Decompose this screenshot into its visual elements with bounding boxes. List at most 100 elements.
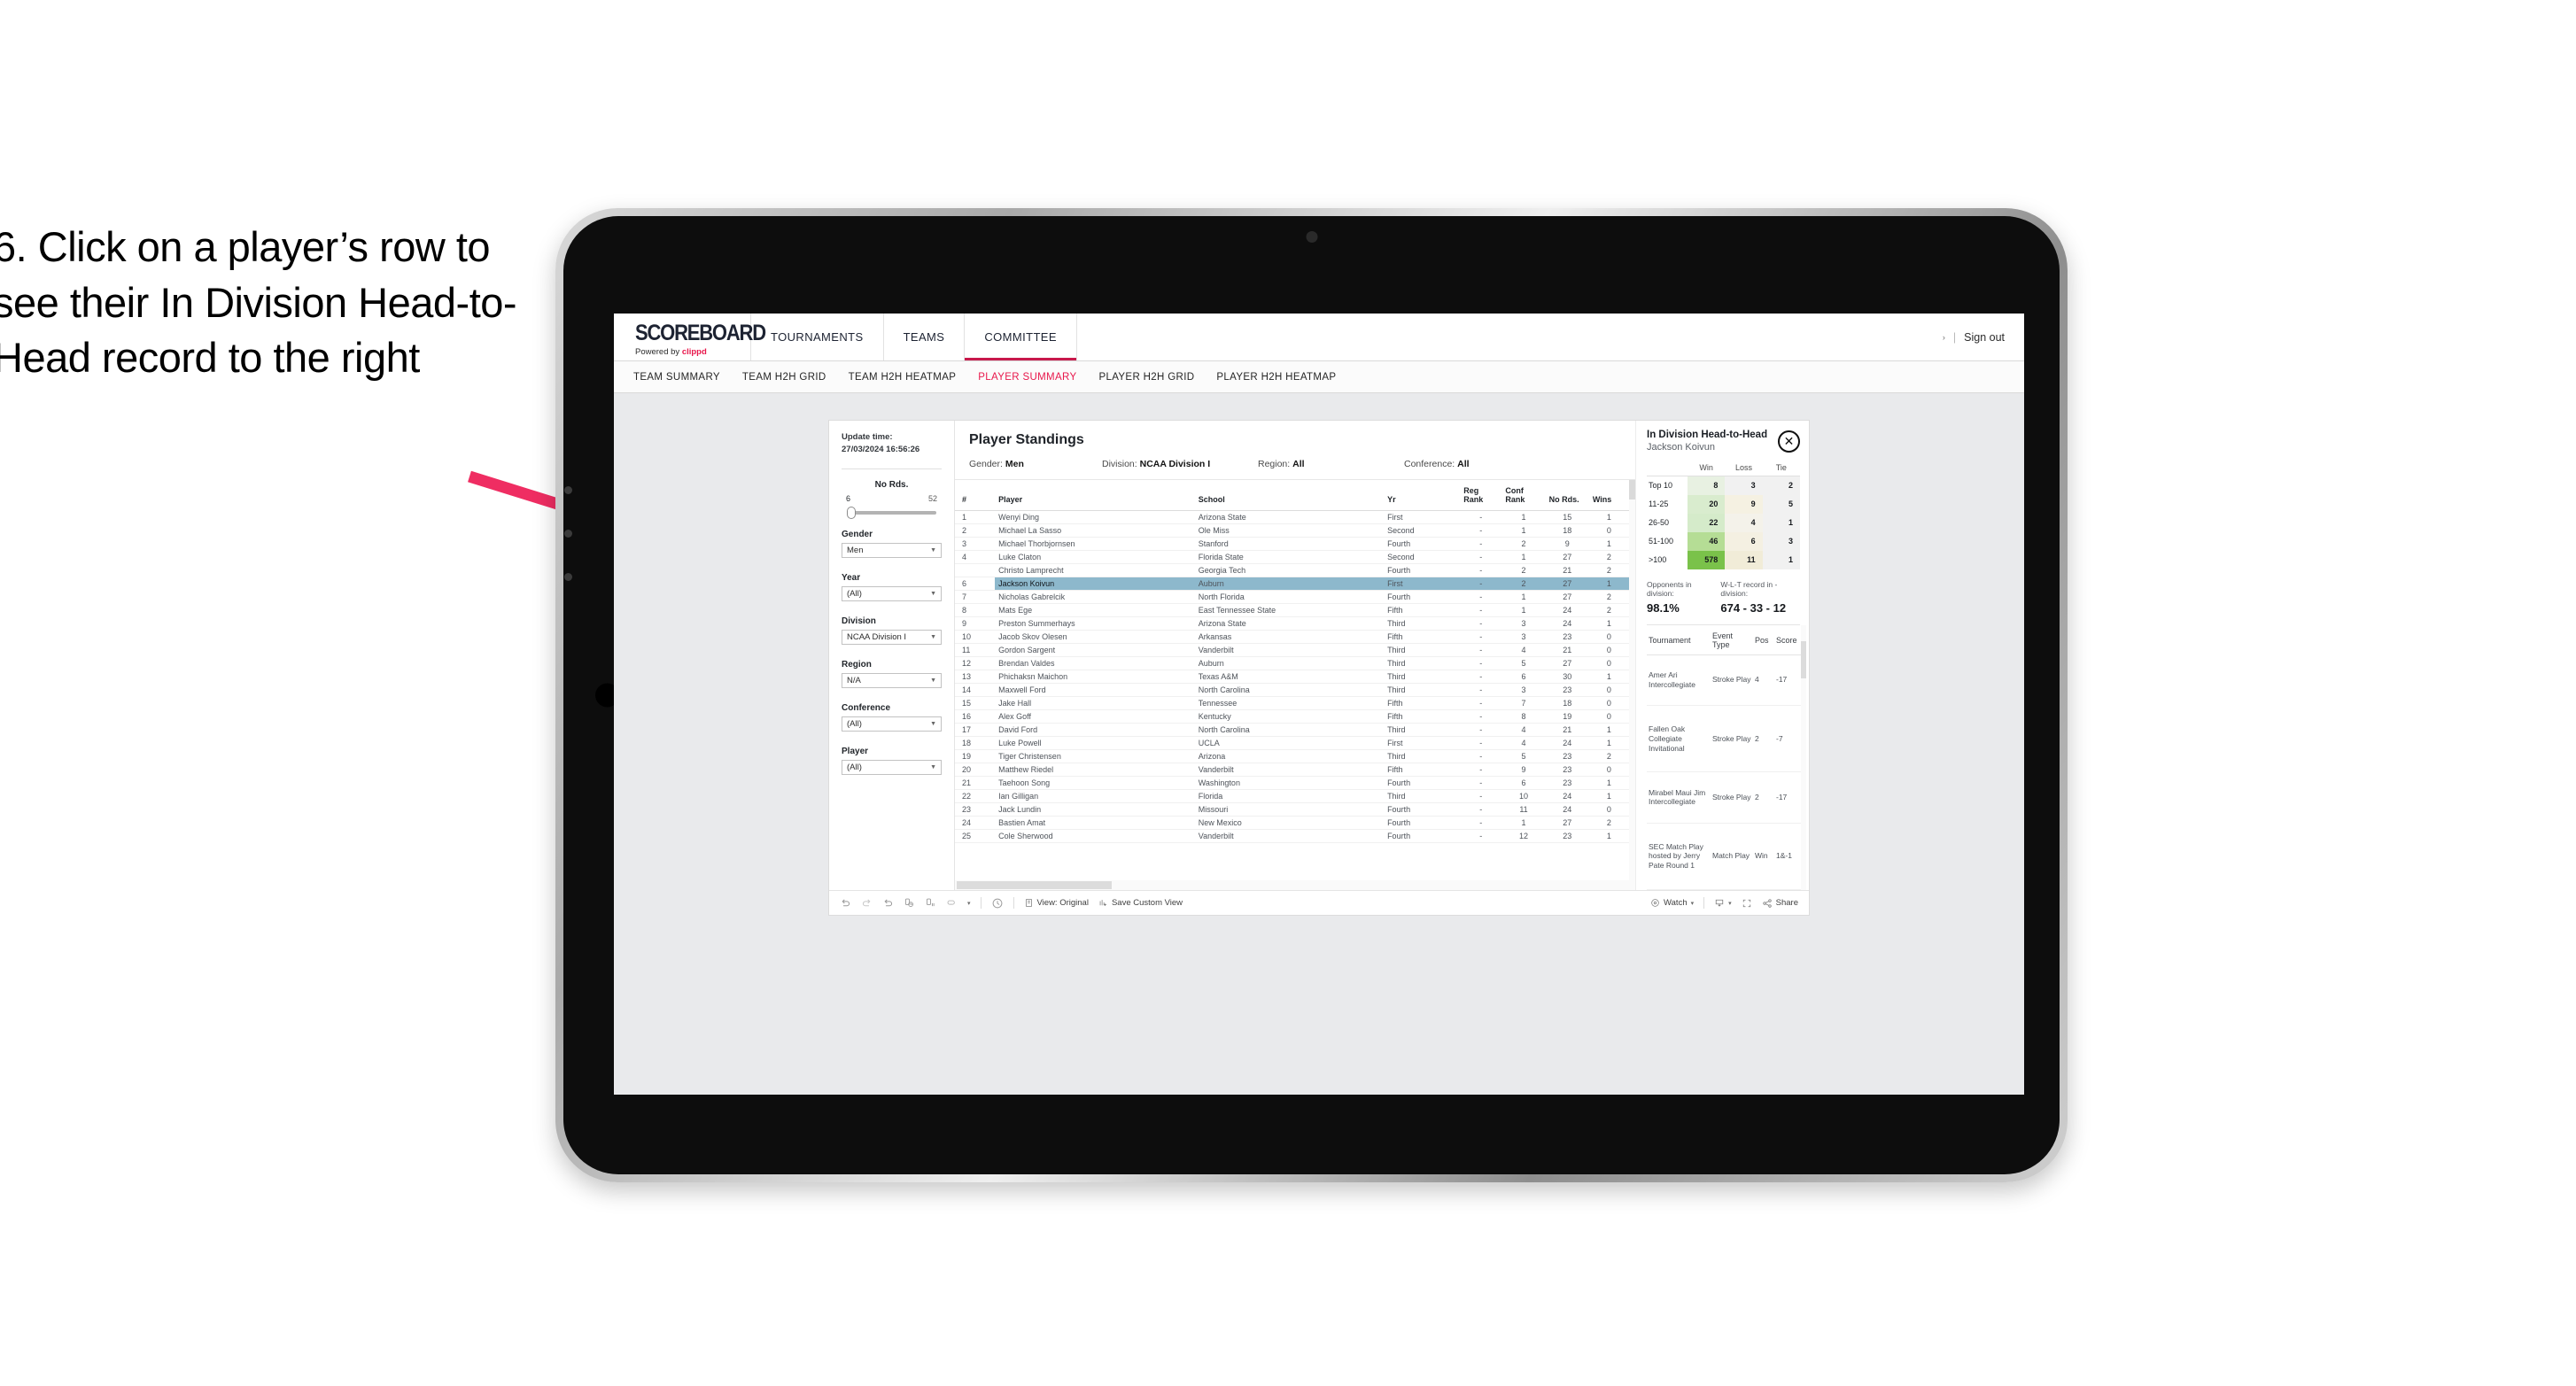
filter-region-value: N/A [847,675,861,685]
filter-gender-select[interactable]: Men ▼ [842,542,942,558]
table-row[interactable]: 16 Alex Goff Kentucky Fifth -8 19 0 [955,709,1629,724]
cell-player: Luke Powell [995,736,1195,750]
table-row[interactable]: 3 Michael Thorbjornsen Stanford Fourth -2 9 1 [955,537,1629,551]
app-logo[interactable]: SCOREBOARD Powered by clippd [614,314,766,360]
close-icon[interactable]: ✕ [1778,430,1800,453]
col-wins[interactable]: Wins [1588,480,1629,511]
table-row[interactable]: Christo Lamprecht Georgia Tech Fourth -2 21 2 [955,563,1629,577]
tournament-row[interactable]: Mirabel Maui Jim Intercollegiate Stroke P… [1647,771,1801,824]
tournament-row[interactable]: Fallen Oak Collegiate Invitational Stroke… [1647,705,1801,773]
table-row[interactable]: 14 Maxwell Ford North Carolina Third -3 23 0 [955,683,1629,697]
col-no-rounds[interactable]: No Rds. [1545,480,1589,511]
filter-division-value: NCAA Division I [847,631,907,642]
sign-out-link[interactable]: Sign out [1964,331,2005,344]
table-row[interactable]: 9 Preston Summerhays Arizona State Third -3 2… [955,616,1629,631]
table-row[interactable]: 13 Phichaksn Maichon Texas A&M Third -6 30 1 [955,670,1629,684]
col-rank[interactable]: # [955,480,996,511]
filter-division-select[interactable]: NCAA Division I ▼ [842,629,942,645]
share-button[interactable]: Share [1762,898,1798,909]
col-school[interactable]: School [1194,480,1385,511]
table-vertical-scrollbar[interactable] [1629,480,1635,890]
cell-num: 19 [955,749,996,763]
table-row[interactable]: 20 Matthew Riedel Vanderbilt Fifth -9 23 0 [955,763,1629,777]
h2h-cell-loss: 9 [1725,494,1763,514]
cell-conf: 1 [1501,550,1546,564]
h2h-cell-tie: 1 [1762,513,1800,532]
tab-team-summary[interactable]: TEAM SUMMARY [633,372,720,383]
cell-yr: Second [1384,523,1461,538]
cell-yr: Fifth [1384,696,1461,710]
cell-num: 7 [955,590,996,604]
table-row[interactable]: 4 Luke Claton Florida State Second -1 27 2 [955,550,1629,564]
table-row[interactable]: 12 Brendan Valdes Auburn Third -5 27 0 [955,656,1629,670]
cell-school: North Florida [1194,590,1385,604]
filter-player-select[interactable]: (All) ▼ [842,759,942,775]
table-horizontal-scrollbar[interactable] [955,880,1629,890]
table-row[interactable]: 1 Wenyi Ding Arizona State First -1 15 1 [955,510,1629,524]
no-rounds-slider[interactable] [847,506,936,519]
slider-handle[interactable] [847,506,856,519]
view-original-button[interactable]: View: Original [1024,898,1089,908]
chevron-down-icon[interactable]: ▾ [967,900,971,907]
table-row[interactable]: 24 Bastien Amat New Mexico Fourth -1 27 2 [955,816,1629,830]
h2h-cell-tie: 3 [1762,531,1800,551]
pause-data-icon[interactable] [925,897,936,909]
table-row[interactable]: 6 Jackson Koivun Auburn First -2 27 1 [955,577,1629,591]
cell-player: Alex Goff [995,709,1195,724]
clock-icon[interactable] [991,897,1004,910]
table-row[interactable]: 15 Jake Hall Tennessee Fifth -7 18 0 [955,696,1629,710]
col-reg-rank[interactable]: Reg Rank [1460,480,1502,511]
refresh-data-icon[interactable] [904,897,915,909]
highlight-icon[interactable] [946,897,958,909]
chevron-down-icon: ▼ [930,677,936,684]
tab-player-summary[interactable]: PLAYER SUMMARY [978,372,1076,383]
table-row[interactable]: 17 David Ford North Carolina Third -4 21 1 [955,723,1629,737]
filter-conference-value: (All) [847,718,862,729]
filter-year-select[interactable]: (All) ▼ [842,585,942,601]
cell-reg: - [1460,723,1502,737]
tab-player-h2h-grid[interactable]: PLAYER H2H GRID [1098,372,1194,383]
slider-max-value: 52 [927,493,937,503]
revert-icon[interactable] [882,897,894,909]
filter-region-select[interactable]: N/A ▼ [842,672,942,688]
table-row[interactable]: 7 Nicholas Gabrelcik North Florida Fourth -1… [955,590,1629,604]
table-row[interactable]: 11 Gordon Sargent Vanderbilt Third -4 21 0 [955,643,1629,657]
table-row[interactable]: 8 Mats Ege East Tennessee State Fifth -1 24 2 [955,603,1629,617]
tab-team-h2h-heatmap[interactable]: TEAM H2H HEATMAP [849,372,957,383]
col-conf-rank[interactable]: Conf Rank [1501,480,1546,511]
fullscreen-icon[interactable] [1742,898,1752,909]
tournament-vertical-scrollbar[interactable] [1801,624,1806,890]
table-row[interactable]: 19 Tiger Christensen Arizona Third -5 23 2 [955,749,1629,763]
col-player[interactable]: Player [995,480,1195,511]
h2h-cell-tie: 2 [1762,476,1800,495]
table-row[interactable]: 22 Ian Gilligan Florida Third -10 24 1 [955,789,1629,803]
tournament-row[interactable]: Amer Ari Intercollegiate Stroke Play 4 -17 [1647,654,1801,706]
table-row[interactable]: 23 Jack Lundin Missouri Fourth -11 24 0 [955,802,1629,817]
cell-wins: 1 [1588,616,1629,631]
tournament-row[interactable]: SEC Match Play hosted by Jerry Pate Roun… [1647,823,1801,891]
cell-num: 21 [955,776,996,790]
save-custom-view-button[interactable]: Save Custom View [1098,898,1183,908]
watch-button[interactable]: Watch ▾ [1650,898,1694,908]
col-year[interactable]: Yr [1384,480,1461,511]
app-header: SCOREBOARD Powered by clippd TOURNAMENTS… [614,314,2024,361]
table-row[interactable]: 18 Luke Powell UCLA First -4 24 1 [955,736,1629,750]
cell-rds: 27 [1545,590,1589,604]
chevron-right-icon[interactable]: › [1943,333,1945,342]
nav-item-tournaments[interactable]: TOURNAMENTS [751,314,884,360]
nav-item-teams[interactable]: TEAMS [884,314,966,360]
dashboard-canvas: Update time: 27/03/2024 16:56:26 No Rds.… [614,393,2024,1095]
tab-team-h2h-grid[interactable]: TEAM H2H GRID [742,372,826,383]
table-row[interactable]: 10 Jacob Skov Olesen Arkansas Fifth -3 23 0 [955,630,1629,644]
redo-icon[interactable] [861,897,873,909]
table-row[interactable]: 25 Cole Sherwood Vanderbilt Fourth -12 23 1 [955,829,1629,843]
nav-item-committee[interactable]: COMMITTEE [965,314,1077,360]
table-row[interactable]: 2 Michael La Sasso Ole Miss Second -1 18 0 [955,523,1629,538]
undo-icon[interactable] [840,897,851,909]
filter-conference-select[interactable]: (All) ▼ [842,716,942,732]
download-button[interactable]: ▾ [1714,898,1732,909]
cell-num [955,563,996,577]
tab-player-h2h-heatmap[interactable]: PLAYER H2H HEATMAP [1216,372,1336,383]
cell-player: Jacob Skov Olesen [995,630,1195,644]
table-row[interactable]: 21 Taehoon Song Washington Fourth -6 23 1 [955,776,1629,790]
